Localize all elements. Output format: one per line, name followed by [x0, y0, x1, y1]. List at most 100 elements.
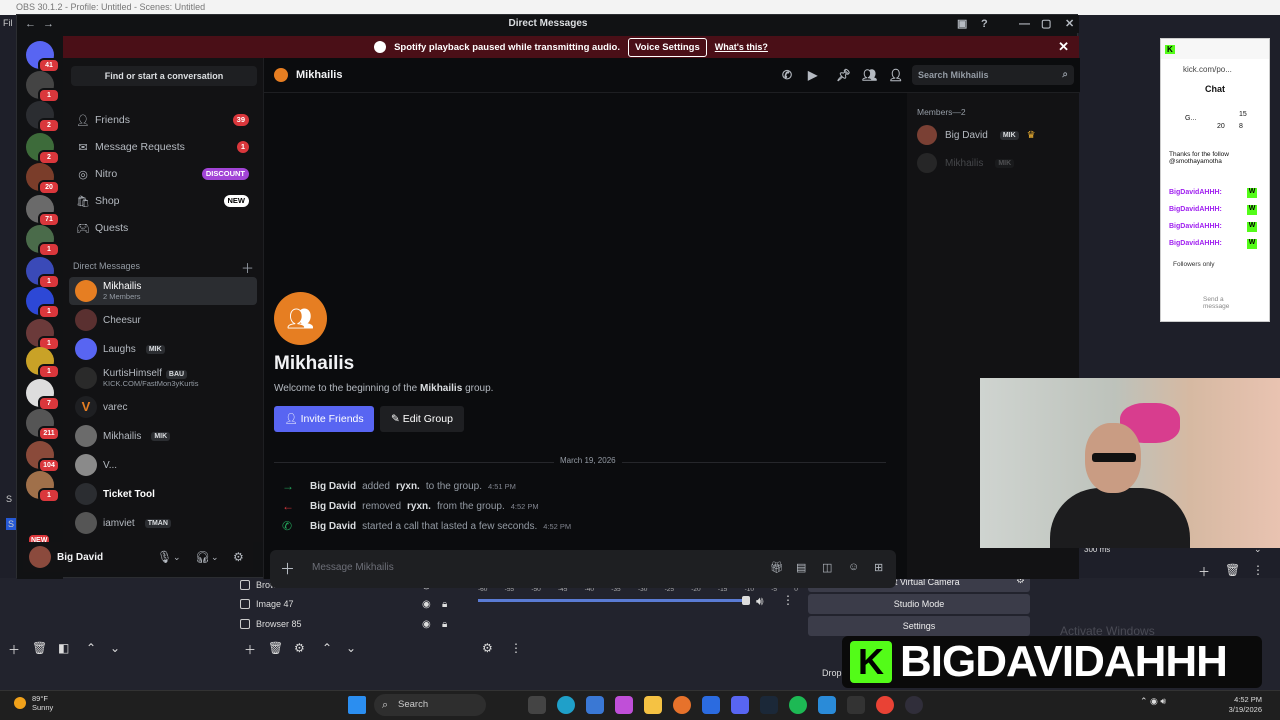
apps-icon[interactable]: ⊞: [874, 561, 883, 574]
dm-item[interactable]: iamviet TMAN: [69, 509, 257, 537]
chevron-down-icon[interactable]: ⌄: [211, 552, 219, 563]
chat-username[interactable]: BigDavidAHHH:: [1169, 189, 1222, 196]
actor[interactable]: Big David: [310, 501, 356, 512]
kick-url[interactable]: kick.com/po...: [1161, 59, 1269, 80]
mixer-settings-icon[interactable]: ⚙: [482, 641, 493, 655]
chevron-down-icon[interactable]: ⌄: [346, 641, 356, 655]
target[interactable]: ryxn.: [396, 481, 420, 492]
file-explorer-icon[interactable]: [644, 696, 662, 714]
message-input[interactable]: Message Mikhailis: [312, 562, 394, 573]
whats-this-link[interactable]: What's this?: [715, 42, 768, 52]
nav-nitro[interactable]: ◎ Nitro DISCOUNT: [71, 162, 257, 186]
add-icon[interactable]: ＋: [244, 641, 256, 658]
send-message-input[interactable]: Send a message: [1203, 296, 1233, 310]
chevron-up-icon[interactable]: ⌃: [322, 641, 332, 655]
filter-icon[interactable]: ◧: [58, 641, 69, 655]
studio-mode-button[interactable]: Studio Mode: [808, 594, 1030, 614]
task-view-icon[interactable]: [528, 696, 546, 714]
volume-slider[interactable]: [478, 599, 748, 602]
server-icon[interactable]: 2: [26, 101, 60, 133]
server-icon[interactable]: 1: [26, 225, 60, 257]
firefox-icon[interactable]: [673, 696, 691, 714]
weather-widget[interactable]: 89°F Sunny: [14, 694, 53, 712]
attach-plus-icon[interactable]: ＋: [280, 558, 295, 579]
chrome-icon[interactable]: [876, 696, 894, 714]
lock-icon[interactable]: 🔒︎: [442, 619, 447, 630]
windows-start-icon[interactable]: [348, 696, 366, 714]
chevron-down-icon[interactable]: ⌄: [110, 641, 120, 655]
server-icon[interactable]: 1: [26, 287, 60, 319]
help-icon[interactable]: ?: [981, 15, 988, 33]
dm-item[interactable]: Ticket Tool: [69, 480, 257, 508]
spotify-icon[interactable]: [789, 696, 807, 714]
lock-icon[interactable]: 🔒︎: [442, 599, 447, 610]
find-conversation-button[interactable]: Find or start a conversation: [71, 66, 257, 86]
more-vertical-icon[interactable]: ⋮: [782, 593, 794, 607]
dm-item[interactable]: Mikhailis MIK: [69, 422, 257, 450]
server-icon[interactable]: 1: [26, 347, 60, 379]
server-icon[interactable]: 104: [26, 441, 60, 473]
emoji-icon[interactable]: ☺: [848, 561, 859, 573]
dm-item[interactable]: Laughs MIK: [69, 335, 257, 363]
chat-username[interactable]: BigDavidAHHH:: [1169, 223, 1222, 230]
trash-icon[interactable]: 🗑︎: [268, 641, 283, 655]
obs-icon[interactable]: [905, 696, 923, 714]
server-icon[interactable]: 1: [26, 257, 60, 289]
server-icon[interactable]: 211: [26, 409, 60, 441]
steam-icon[interactable]: [760, 696, 778, 714]
chat-username[interactable]: BigDavidAHHH:: [1169, 240, 1222, 247]
close-icon[interactable]: ✕: [1065, 15, 1074, 33]
discord-icon[interactable]: [731, 696, 749, 714]
trash-icon[interactable]: 🗑︎: [1225, 563, 1240, 577]
nav-shop[interactable]: 🛍︎ Shop NEW: [71, 189, 257, 213]
message-composer[interactable]: ＋ Message Mikhailis 🎁︎ ▤ ◫ ☺ ⊞: [270, 550, 896, 588]
server-icon[interactable]: 7: [26, 379, 60, 411]
gif-icon[interactable]: ▤: [796, 561, 806, 574]
target[interactable]: ryxn.: [407, 501, 431, 512]
search-input[interactable]: Search Mikhailis ⌕: [912, 65, 1074, 85]
back-arrow-icon[interactable]: ←: [25, 15, 36, 33]
add-member-icon[interactable]: 👥︎: [862, 68, 877, 82]
maximize-icon[interactable]: ▢: [1041, 15, 1051, 33]
gift-icon[interactable]: 🎁︎: [770, 561, 784, 574]
member-item[interactable]: Big David MIK ♛: [917, 125, 1036, 145]
minimize-icon[interactable]: —: [1019, 15, 1030, 33]
video-icon[interactable]: ▶: [808, 68, 817, 82]
nav-message-requests[interactable]: ✉ Message Requests 1: [71, 135, 257, 159]
more-vertical-icon[interactable]: ⋮: [510, 641, 522, 655]
inbox-icon[interactable]: ▣: [957, 15, 967, 33]
taskbar-search[interactable]: ⌕ Search: [374, 694, 486, 716]
member-item[interactable]: Mikhailis MIK: [917, 153, 1015, 173]
dm-item[interactable]: KurtisHimself BAU KICK.COM/FastMon3yKurtis: [69, 364, 257, 392]
dm-item[interactable]: Cheesur: [69, 306, 257, 334]
obs-menu-file[interactable]: Fil: [0, 15, 16, 33]
dm-item[interactable]: Mikhailis 2 Members: [69, 277, 257, 305]
actor[interactable]: Big David: [310, 481, 356, 492]
server-icon[interactable]: 1: [26, 319, 60, 351]
call-icon[interactable]: ✆: [782, 68, 792, 82]
close-icon[interactable]: ✕: [1058, 39, 1069, 55]
voice-settings-button[interactable]: Voice Settings: [628, 37, 707, 57]
nav-quests[interactable]: 🎮︎ Quests: [71, 216, 257, 240]
more-vertical-icon[interactable]: ⋮: [1252, 563, 1264, 577]
chevron-up-icon[interactable]: ⌃: [86, 641, 96, 655]
store-icon[interactable]: [586, 696, 604, 714]
actor[interactable]: Big David: [310, 521, 356, 532]
system-tray[interactable]: ⌃ ◉ 🔊︎: [1140, 696, 1166, 707]
epic-games-icon[interactable]: [847, 696, 865, 714]
microphone-icon[interactable]: 🎙︎: [157, 550, 172, 564]
settings-button[interactable]: Settings: [808, 616, 1030, 636]
sticker-icon[interactable]: ◫: [822, 561, 832, 574]
server-icon[interactable]: 1: [26, 71, 60, 103]
volume-slider-handle[interactable]: [742, 596, 750, 605]
trash-icon[interactable]: 🗑︎: [32, 641, 47, 655]
server-icon[interactable]: 2: [26, 133, 60, 165]
source-row[interactable]: Image 47 ◉ 🔒︎: [240, 594, 460, 614]
members-list-icon[interactable]: 👤︎: [888, 68, 903, 82]
forward-arrow-icon[interactable]: →: [43, 15, 54, 33]
add-icon[interactable]: ＋: [1198, 563, 1210, 580]
create-dm-icon[interactable]: ＋: [241, 258, 254, 277]
dm-item[interactable]: Vvarec: [69, 393, 257, 421]
discord-home-icon[interactable]: 41: [26, 41, 60, 73]
eye-icon[interactable]: ◉: [422, 619, 431, 630]
